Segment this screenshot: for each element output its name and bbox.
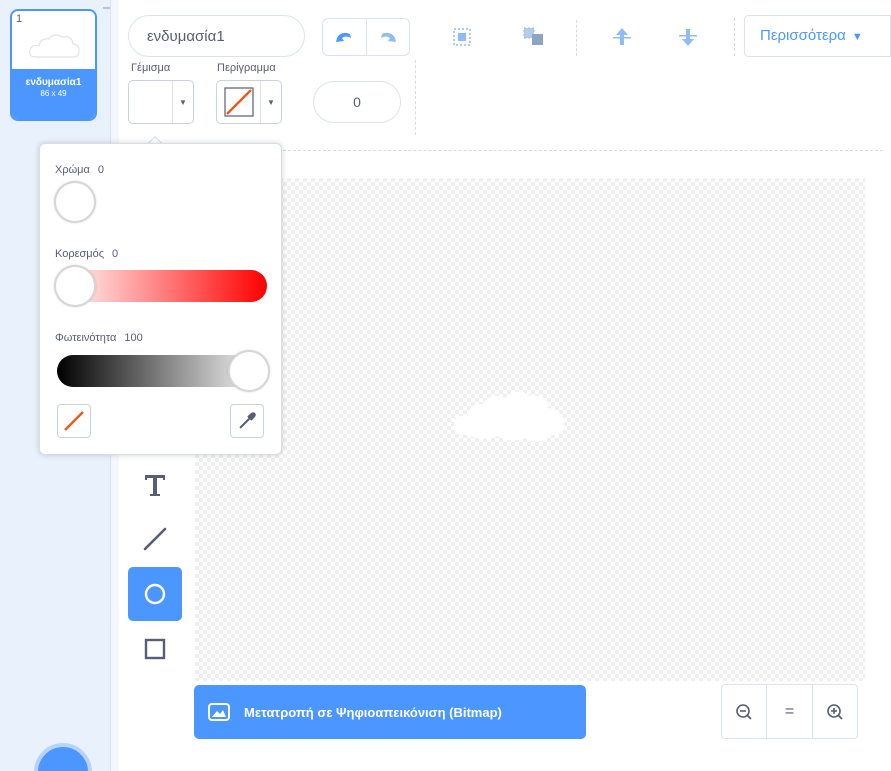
costume-number: 1 [16, 13, 23, 25]
caret-down-icon: ▼ [851, 31, 863, 43]
saturation-readout: Κορεσμός 0 [55, 248, 118, 260]
undo-button[interactable] [323, 19, 366, 55]
redo-icon [380, 32, 396, 42]
outline-label: Περίγραμμα [217, 62, 276, 74]
zoom-reset-label: = [784, 702, 795, 720]
fill-swatch[interactable] [129, 81, 173, 123]
no-color-icon [223, 87, 254, 117]
fill-label: Γέμισμα [131, 62, 171, 74]
costume-name: ενδυμασία1 [25, 77, 82, 88]
toolbar-separator [576, 20, 577, 56]
convert-to-bitmap-label: Μετατροπή σε Ψηφιοαπεικόνιση (Bitmap) [244, 704, 502, 720]
text-tool[interactable] [128, 458, 182, 512]
paint-editor: 1 ενδυμασία1 86 x 49 ενδυμασία1 Περισσότ… [0, 0, 891, 771]
arrow-up-icon [613, 28, 631, 45]
brightness-value: 100 [124, 332, 143, 344]
zoom-reset-button[interactable]: = [766, 685, 811, 738]
no-color-icon [64, 411, 84, 431]
costume-info: ενδυμασία1 86 x 49 [12, 69, 95, 119]
group-button[interactable] [446, 20, 478, 54]
saturation-value: 0 [112, 248, 119, 260]
color-picker-popup: Χρώμα 0 Κορεσμός 0 Φωτεινότητα 100 [39, 143, 282, 455]
group-icon [453, 28, 471, 46]
outline-swatch[interactable] [217, 81, 261, 123]
image-icon [208, 703, 230, 721]
drawing-canvas[interactable] [195, 178, 865, 681]
text-icon [145, 475, 165, 496]
outline-width-input[interactable] [313, 81, 401, 123]
brightness-slider-knob[interactable] [228, 350, 270, 392]
hue-value: 0 [97, 164, 105, 176]
ungroup-button[interactable] [518, 20, 550, 54]
rectangle-icon [144, 638, 166, 660]
toolbar-separator [734, 18, 735, 56]
zoom-controls: = [721, 684, 858, 739]
eyedropper-button[interactable] [230, 404, 264, 438]
brightness-label: Φωτεινότητα [55, 332, 117, 344]
undo-icon [336, 32, 352, 42]
backward-button[interactable] [672, 20, 704, 54]
arrow-down-icon [679, 29, 697, 46]
more-button[interactable]: Περισσότερα ▼ [744, 15, 891, 57]
brightness-readout: Φωτεινότητα 100 [55, 332, 143, 344]
undo-redo-group [322, 18, 410, 56]
redo-button[interactable] [365, 19, 409, 55]
caret-down-icon: ▼ [179, 97, 187, 107]
hue-label: Χρώμα [55, 164, 90, 176]
line-tool[interactable] [128, 512, 182, 566]
saturation-slider-knob[interactable] [54, 265, 96, 307]
fill-color-dropdown[interactable]: ▼ [128, 80, 194, 124]
costume-tile[interactable]: 1 ενδυμασία1 86 x 49 [10, 9, 97, 121]
circle-tool[interactable] [128, 567, 182, 621]
toolbar-divider [415, 60, 416, 135]
eyedropper-icon [239, 412, 256, 429]
hue-slider-knob[interactable] [54, 181, 96, 223]
caret-down-icon: ▼ [267, 97, 275, 107]
zoom-out-button[interactable] [722, 685, 766, 738]
outline-color-dropdown[interactable]: ▼ [216, 80, 282, 124]
rectangle-tool[interactable] [128, 622, 182, 676]
no-color-button[interactable] [57, 404, 91, 438]
add-costume-button[interactable] [34, 743, 92, 771]
cloud-thumbnail-icon [29, 34, 80, 58]
cloud-costume-shape [453, 391, 564, 442]
ungroup-icon [523, 27, 543, 45]
costume-name-input[interactable] [128, 15, 305, 57]
costume-size: 86 x 49 [40, 89, 67, 98]
forward-button[interactable] [606, 20, 638, 54]
circle-icon [144, 583, 166, 605]
zoom-out-icon [736, 703, 752, 720]
saturation-label: Κορεσμός [55, 248, 105, 260]
convert-to-bitmap-button[interactable]: Μετατροπή σε Ψηφιοαπεικόνιση (Bitmap) [194, 685, 586, 739]
zoom-in-button[interactable] [811, 685, 857, 738]
canvas-top-divider [283, 150, 883, 151]
more-label: Περισσότερα [760, 27, 846, 44]
hue-readout: Χρώμα 0 [55, 164, 104, 176]
fill-color-preview [135, 87, 166, 117]
panel-grip [103, 7, 110, 9]
line-icon [143, 527, 167, 551]
zoom-in-icon [827, 703, 843, 720]
